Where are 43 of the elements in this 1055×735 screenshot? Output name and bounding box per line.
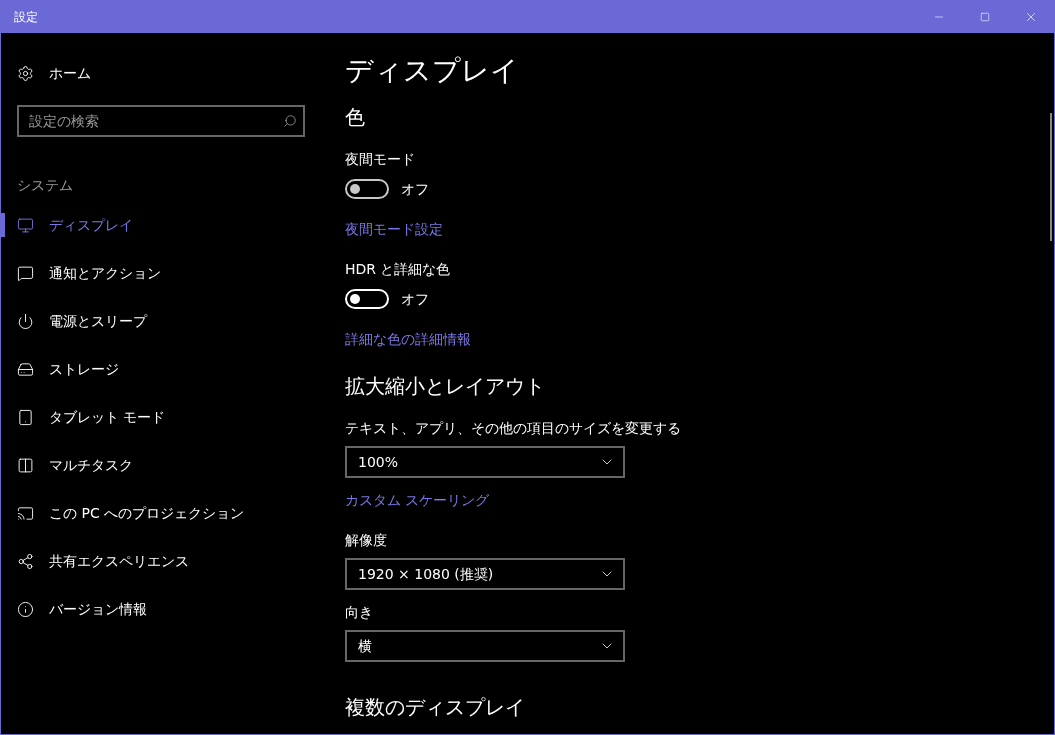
screens-icon [17,504,34,522]
power-icon [17,312,34,330]
setting-label: 解像度 [345,531,387,550]
settings-link[interactable]: カスタム スケーリング [345,490,490,510]
nav-item[interactable]: 共有エクスペリエンス [1,550,189,572]
close-icon [1024,10,1038,24]
nav-item[interactable]: 通知とアクション [1,262,161,284]
dropdown[interactable]: 100% [345,446,625,478]
nav-item[interactable]: この PC へのプロジェクション [1,502,245,524]
drive-icon [17,360,34,378]
section-heading: 複数のディスプレイ [345,694,525,721]
info-icon [17,600,34,618]
window-title: 設定 [14,9,38,26]
nav-item[interactable]: ストレージ [1,358,119,380]
toggle-state: オフ [401,289,429,309]
speech-bubble-icon [17,264,34,282]
tablet-icon [17,408,34,426]
search-field[interactable]: 設定の検索 [17,105,305,137]
dropdown[interactable]: 横 [345,630,625,662]
settings-link[interactable]: 詳細な色の詳細情報 [345,329,471,349]
toggle-state: オフ [401,179,429,199]
nav-item[interactable]: バージョン情報 [1,598,147,620]
section-heading: 色 [345,104,365,131]
share-icon [17,552,34,570]
monitor-icon [17,216,34,234]
setting-label: HDR と詳細な色 [345,260,451,279]
window-icon [17,456,34,474]
nav-item[interactable]: ディスプレイ [1,214,133,236]
setting-label: 向き [345,603,373,622]
settings-link[interactable]: 夜間モード設定 [345,219,443,239]
page-title: ディスプレイ [345,53,519,89]
home-link[interactable]: ホーム [1,63,329,83]
nav-item[interactable]: タブレット モード [1,406,166,428]
search-icon [283,114,297,128]
setting-label: 夜間モード [345,150,415,169]
nav-item[interactable]: 電源とスリープ [1,310,147,332]
dropdown[interactable]: 1920 × 1080 (推奨) [345,558,625,590]
maximize-icon [980,12,990,22]
section-label: システム [17,176,73,195]
setting-label: テキスト、アプリ、その他の項目のサイズを変更する [345,419,681,438]
nav-item[interactable]: マルチタスク [1,454,133,476]
section-heading: 拡大縮小とレイアウト [345,373,545,400]
settings-icon [17,64,34,82]
